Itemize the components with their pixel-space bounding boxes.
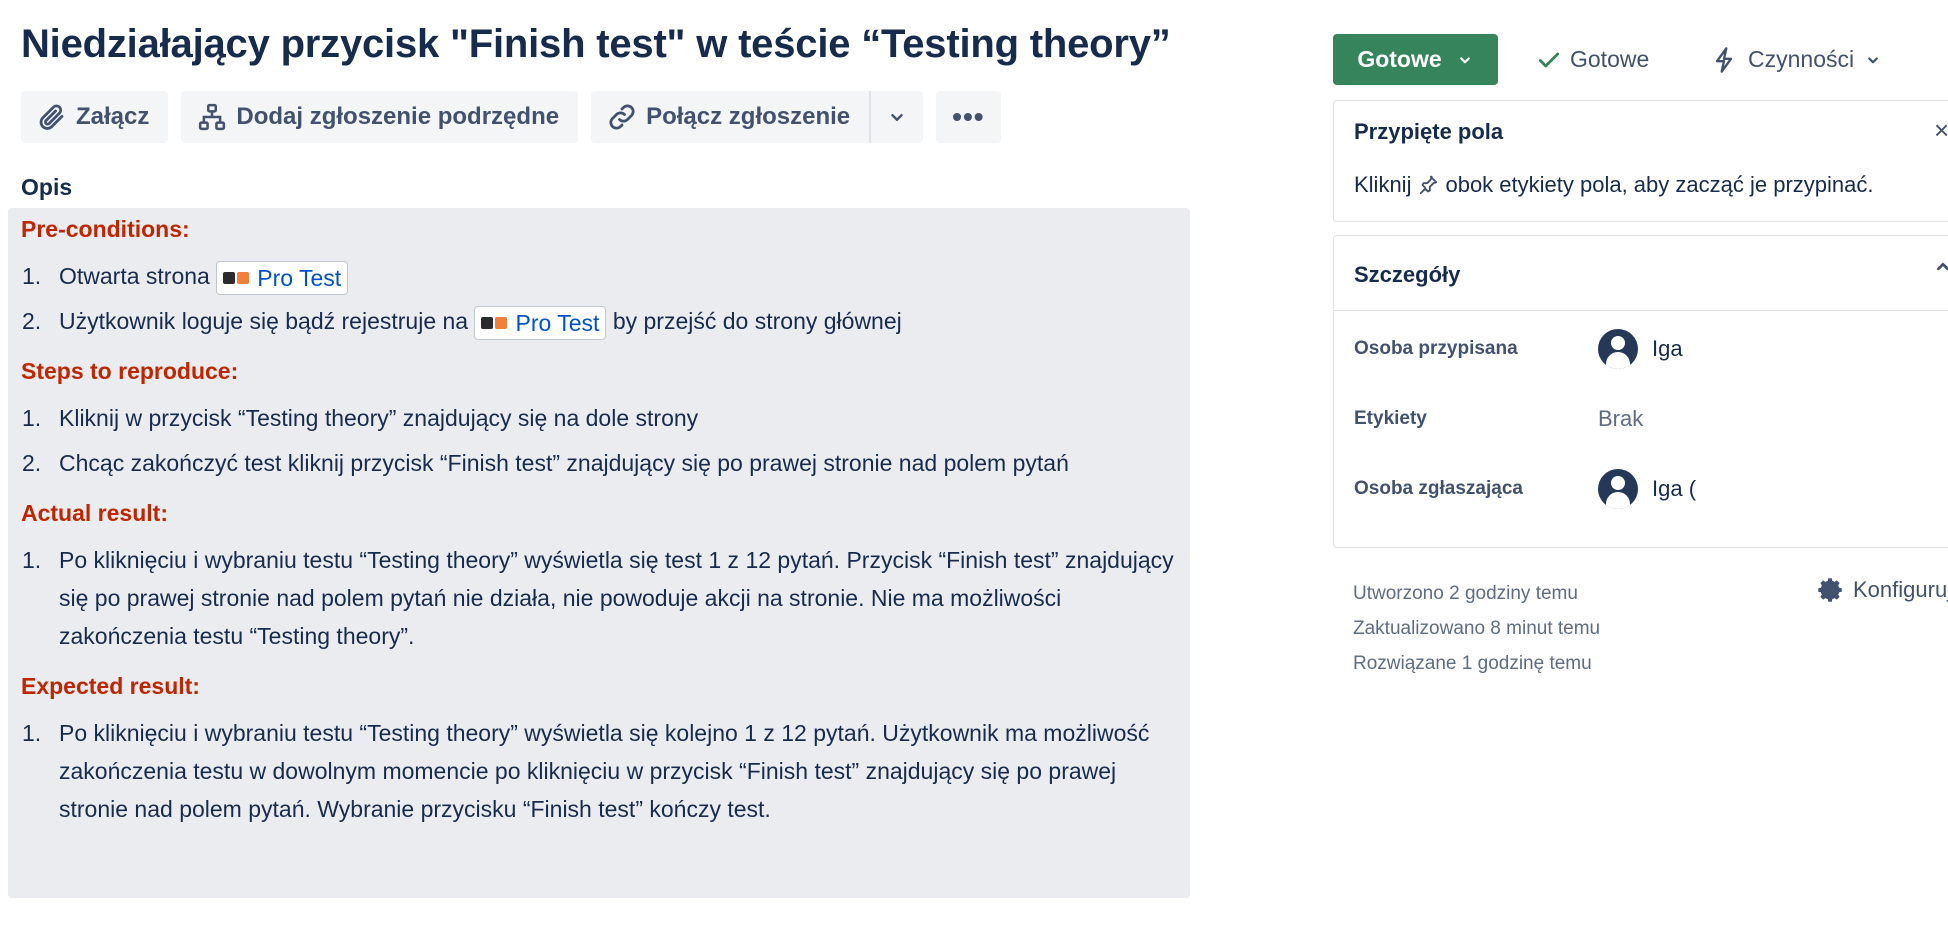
labels-field[interactable]: Brak	[1598, 406, 1643, 432]
attach-button[interactable]: Załącz	[21, 91, 169, 143]
preconditions-list: 1. Otwarta strona Pro Test 2. Użytkownik…	[21, 257, 1177, 340]
protest-logo-icon	[481, 316, 509, 329]
list-item: 1. Kliknij w przycisk “Testing theory” z…	[21, 399, 1177, 437]
list-item: 1. Po kliknięciu i wybraniu testu “Testi…	[21, 541, 1177, 655]
configure-label: Konfiguruj	[1853, 577, 1948, 602]
section-actual-result: Actual result: 1. Po kliknięciu i wybran…	[21, 500, 1177, 655]
list-number: 1.	[22, 263, 42, 289]
paperclip-icon	[39, 104, 64, 130]
smart-link-label: Pro Test	[257, 264, 342, 291]
pinned-fields-panel: Przypięte pola × Kliknij obok etykiety p…	[1333, 100, 1948, 222]
more-actions-button[interactable]: •••	[936, 91, 1001, 143]
link-issue-dropdown[interactable]	[869, 91, 924, 143]
issue-timestamps: Utworzono 2 godziny temu Zaktualizowano …	[1353, 576, 1600, 681]
labels-row: Etykiety Brak	[1354, 397, 1643, 441]
list-number: 2.	[22, 450, 42, 476]
smart-link-chip[interactable]: Pro Test	[474, 305, 607, 340]
details-panel: Szczegóły Osoba przypisana Iga Etykiety …	[1333, 235, 1948, 548]
reporter-field[interactable]: Iga (	[1598, 469, 1696, 509]
list-item: 1. Po kliknięciu i wybraniu testu “Testi…	[21, 714, 1177, 828]
pinned-fields-title: Przypięte pola	[1354, 119, 1504, 144]
list-number: 1.	[22, 547, 42, 573]
steps-list: 1. Kliknij w przycisk “Testing theory” z…	[21, 399, 1177, 482]
chevron-down-icon	[1868, 56, 1878, 63]
assignee-label: Osoba przypisana	[1354, 338, 1518, 359]
labels-label: Etykiety	[1354, 408, 1427, 429]
list-item: 2. Chcąc zakończyć test kliknij przycisk…	[21, 444, 1177, 482]
reporter-label: Osoba zgłaszająca	[1354, 478, 1523, 499]
issue-toolbar: Załącz Dodaj zgłoszenie podrzędne Połącz…	[21, 91, 1001, 143]
link-icon	[609, 104, 635, 130]
list-item: 2. Użytkownik loguje się bądź rejestruje…	[21, 302, 1177, 340]
actions-label: Czynności	[1748, 46, 1855, 72]
gear-icon	[1818, 578, 1842, 602]
add-child-issue-label: Dodaj zgłoszenie podrzędne	[236, 103, 560, 130]
section-heading: Expected result:	[21, 673, 200, 699]
pinned-fields-hint: Kliknij obok etykiety pola, aby zacząć j…	[1354, 172, 1873, 198]
avatar	[1598, 469, 1638, 509]
assignee-row: Osoba przypisana Iga	[1354, 327, 1683, 371]
check-icon	[1538, 52, 1560, 67]
close-icon[interactable]: ×	[1934, 115, 1948, 146]
lightning-icon	[1715, 46, 1733, 73]
hint-text: obok etykiety pola, aby zacząć je przypi…	[1445, 172, 1874, 197]
section-preconditions: Pre-conditions: 1. Otwarta strona Pro Te…	[21, 216, 1177, 340]
list-text: Chcąc zakończyć test kliknij przycisk “F…	[59, 450, 1069, 476]
list-number: 2.	[22, 308, 42, 334]
link-issue-label: Połącz zgłoszenie	[646, 103, 851, 130]
hint-text: Kliknij	[1354, 172, 1412, 197]
pin-icon	[1420, 175, 1438, 195]
more-icon: •••	[952, 101, 985, 132]
link-issue-group: Połącz zgłoszenie	[591, 91, 924, 143]
actual-result-list: 1. Po kliknięciu i wybraniu testu “Testi…	[21, 541, 1177, 655]
issue-title[interactable]: Niedziałający przycisk "Finish test" w t…	[21, 22, 1171, 67]
protest-logo-icon	[223, 271, 251, 284]
smart-link-chip[interactable]: Pro Test	[216, 260, 349, 295]
labels-value: Brak	[1598, 406, 1644, 431]
description-label: Opis	[21, 174, 73, 200]
expected-result-list: 1. Po kliknięciu i wybraniu testu “Testi…	[21, 714, 1177, 828]
smart-link-label: Pro Test	[515, 309, 600, 336]
attach-label: Załącz	[76, 103, 150, 130]
configure-button[interactable]: Konfiguruj	[1815, 575, 1948, 605]
reporter-row: Osoba zgłaszająca Iga (	[1354, 467, 1696, 511]
link-issue-button[interactable]: Połącz zgłoszenie	[591, 91, 870, 143]
list-number: 1.	[22, 720, 42, 746]
assignee-field[interactable]: Iga	[1598, 329, 1683, 369]
section-heading: Actual result:	[21, 500, 168, 526]
list-text: Otwarta strona	[59, 263, 210, 289]
avatar	[1598, 329, 1638, 369]
list-text: by przejść do strony głównej	[612, 308, 902, 334]
add-child-issue-button[interactable]: Dodaj zgłoszenie podrzędne	[181, 91, 579, 143]
section-heading: Steps to reproduce:	[21, 358, 239, 384]
list-text: Użytkownik loguje się bądź rejestruje na	[59, 308, 469, 334]
divider	[1334, 310, 1948, 311]
chevron-down-icon	[1459, 56, 1470, 63]
chevron-down-icon	[891, 113, 903, 121]
hierarchy-icon	[199, 103, 226, 131]
list-number: 1.	[22, 405, 42, 431]
section-steps: Steps to reproduce: 1. Kliknij w przycis…	[21, 358, 1177, 482]
issue-view: Niedziałający przycisk "Finish test" w t…	[0, 0, 1948, 936]
resolution-label: Gotowe	[1570, 46, 1650, 72]
section-heading: Pre-conditions:	[21, 216, 190, 242]
actions-menu-button[interactable]: Czynności	[1710, 34, 1882, 85]
list-text: Po kliknięciu i wybraniu testu “Testing …	[59, 547, 1174, 649]
assignee-name: Iga	[1652, 336, 1683, 361]
resolved-timestamp: Rozwiązane 1 godzinę temu	[1353, 653, 1592, 674]
created-timestamp: Utworzono 2 godziny temu	[1353, 583, 1578, 604]
list-text: Po kliknięciu i wybraniu testu “Testing …	[59, 720, 1150, 822]
updated-timestamp: Zaktualizowano 8 minut temu	[1353, 618, 1601, 639]
status-dropdown-button[interactable]: Gotowe	[1333, 34, 1498, 85]
reporter-name: Iga (	[1652, 476, 1697, 501]
section-expected-result: Expected result: 1. Po kliknięciu i wybr…	[21, 673, 1177, 828]
details-title[interactable]: Szczegóły	[1354, 262, 1460, 288]
list-text: Kliknij w przycisk “Testing theory” znaj…	[59, 405, 699, 431]
status-label: Gotowe	[1357, 46, 1442, 72]
list-item: 1. Otwarta strona Pro Test	[21, 257, 1177, 295]
resolution-indicator: Gotowe	[1536, 34, 1649, 85]
chevron-up-icon[interactable]	[1932, 256, 1948, 285]
description-panel[interactable]: Pre-conditions: 1. Otwarta strona Pro Te…	[8, 208, 1190, 898]
